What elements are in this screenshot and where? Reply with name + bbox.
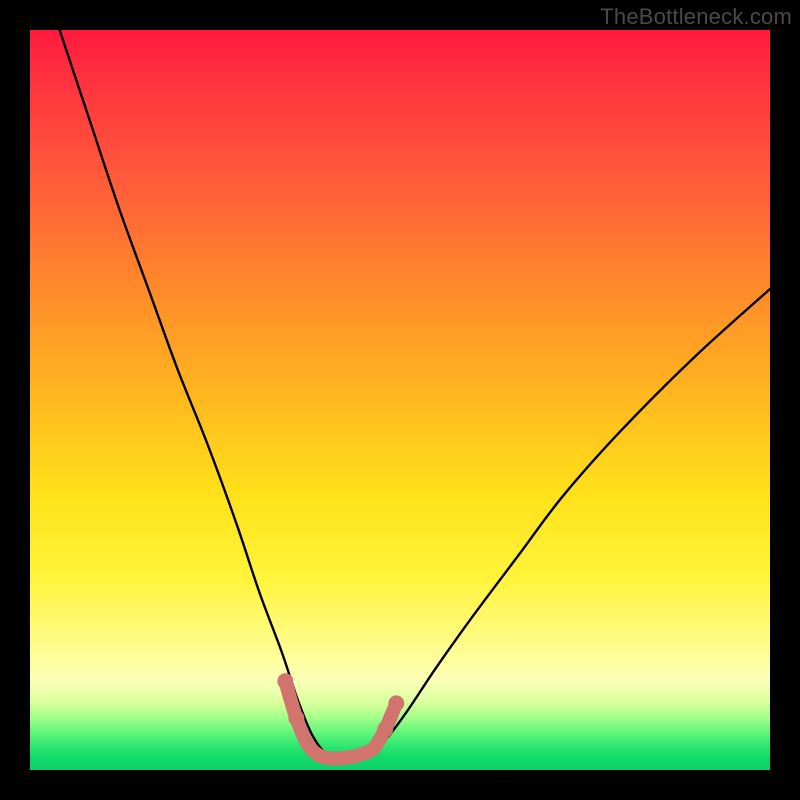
- plot-area: [30, 30, 770, 770]
- watermark-text: TheBottleneck.com: [600, 4, 792, 30]
- bottleneck-curve: [60, 30, 770, 759]
- trough-dot: [288, 710, 304, 726]
- chart-frame: TheBottleneck.com: [0, 0, 800, 800]
- trough-dot: [377, 721, 393, 737]
- trough-dot: [277, 673, 293, 689]
- trough-dot: [388, 695, 404, 711]
- curve-layer: [30, 30, 770, 770]
